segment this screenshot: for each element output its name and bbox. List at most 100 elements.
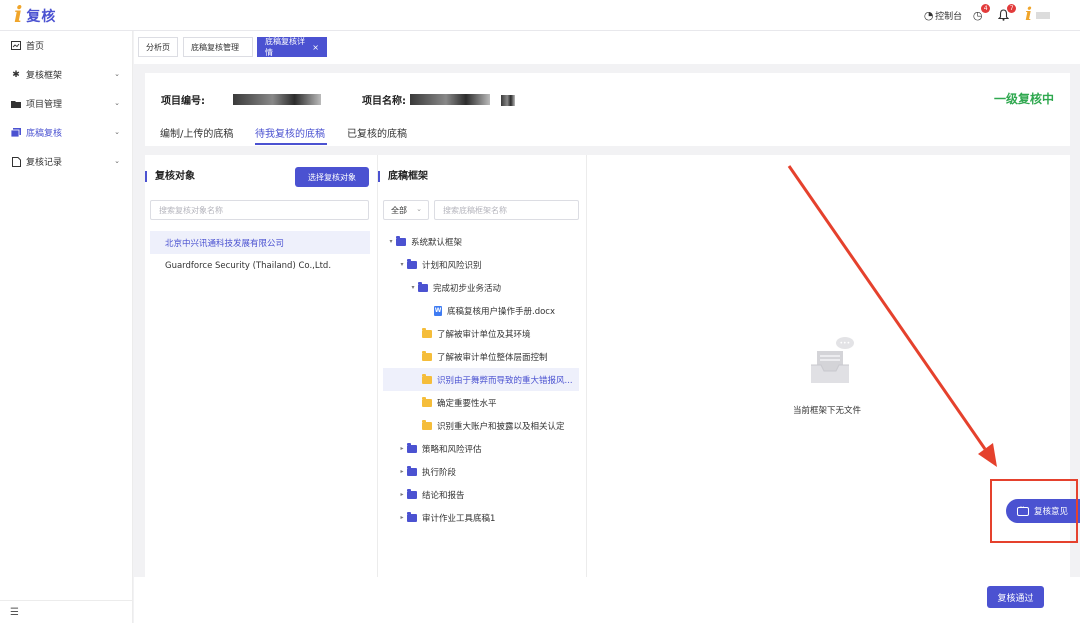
tree-node-entity-controls[interactable]: 了解被审计单位整体层面控制	[422, 345, 548, 368]
subtab-reviewed-drafts[interactable]: 已复核的底稿	[347, 125, 407, 140]
panel-divider	[586, 155, 587, 577]
chevron-down-icon: ⌄	[114, 70, 120, 78]
folder-icon	[407, 465, 417, 476]
project-info-card: 项目编号: 项目名称: 一级复核中 编制/上传的底稿 待我复核的底稿 已复核的底…	[145, 73, 1070, 146]
gear-icon: ✱	[12, 69, 20, 80]
chevron-down-icon: ⌄	[416, 205, 422, 213]
review-objects-title: 复核对象	[145, 171, 195, 182]
caret-down-icon[interactable]: ▾	[397, 261, 407, 268]
chevron-down-icon: ⌄	[114, 157, 120, 165]
caret-down-icon[interactable]: ▾	[408, 284, 418, 291]
caret-right-icon[interactable]: ▸	[397, 514, 407, 521]
sidebar-item-project-management[interactable]: 项目管理 ⌄	[0, 89, 132, 118]
tree-node-user-manual-doc[interactable]: W 底稿复核用户操作手册.docx	[434, 299, 555, 322]
select-review-object-button[interactable]: 选择复核对象	[295, 167, 369, 187]
sidebar-item-review-records[interactable]: 复核记录 ⌄	[0, 147, 132, 176]
sidebar: 首页 ✱ 复核框架 ⌄ 项目管理 ⌄ 底稿复核 ⌄ 复核记录 ⌄ ☰	[0, 31, 133, 623]
tree-node-significant-accounts[interactable]: 识别重大账户和披露以及相关认定	[422, 414, 565, 437]
review-content-panel: 复核对象 选择复核对象 搜索复核对象名称 北京中兴讯通科技发展有限公司 Guar…	[145, 155, 1070, 577]
tree-node-materiality[interactable]: 确定重要性水平	[422, 391, 497, 414]
dashboard-icon	[11, 41, 21, 51]
empty-state-text: 当前框架下无文件	[792, 406, 861, 416]
chevron-down-icon: ⌄	[114, 128, 120, 136]
tree-node-understand-entity[interactable]: 了解被审计单位及其环境	[422, 322, 531, 345]
user-name-redacted	[1036, 11, 1050, 19]
tab-draft-review-detail[interactable]: 底稿复核详情 ×	[257, 37, 327, 57]
bottom-action-bar	[134, 577, 1080, 623]
approve-review-button[interactable]: 复核通过	[987, 586, 1044, 608]
tree-node-conclusion-report[interactable]: ▸ 结论和报告	[397, 483, 465, 506]
framework-filter-select[interactable]: 全部 ⌄	[383, 200, 429, 220]
header-actions: ◔ 控制台 ◷ 4 7 i	[922, 3, 1050, 24]
notification-badge: 7	[1007, 3, 1017, 13]
copy-icon	[11, 128, 21, 138]
sidebar-item-draft-review[interactable]: 底稿复核 ⌄	[0, 118, 132, 147]
sidebar-item-label: 首页	[26, 42, 45, 52]
tree-node-planning-risk[interactable]: ▾ 计划和风险识别	[397, 253, 482, 276]
tree-node-fraud-risk[interactable]: 识别由于舞弊而导致的重大错报风...	[383, 368, 579, 391]
document-icon	[11, 156, 21, 167]
subtab-pending-review-drafts[interactable]: 待我复核的底稿	[255, 125, 325, 140]
active-subtab-indicator	[255, 143, 327, 145]
app-title: 复核	[26, 9, 57, 25]
app-logo[interactable]: i 复核	[14, 4, 56, 26]
history-button[interactable]: ◷ 4	[971, 3, 991, 22]
project-number-redacted	[233, 94, 321, 105]
word-document-icon: W	[434, 305, 442, 316]
sidebar-item-label: 复核框架	[26, 71, 63, 81]
tree-node-label: 审计作业工具底稿1	[422, 513, 496, 524]
folder-icon	[407, 511, 417, 522]
tree-node-label: 策略和风险评估	[422, 444, 482, 455]
sidebar-item-home[interactable]: 首页	[0, 31, 132, 60]
tree-node-label: 了解被审计单位及其环境	[437, 329, 531, 340]
svg-text:•••: •••	[840, 340, 851, 347]
folder-icon	[396, 235, 406, 246]
review-object-search-input[interactable]: 搜索复核对象名称	[150, 200, 369, 220]
tree-node-strategy-risk[interactable]: ▸ 策略和风险评估	[397, 437, 482, 460]
caret-down-icon[interactable]: ▾	[386, 238, 396, 245]
sidebar-item-review-framework[interactable]: ✱ 复核框架 ⌄	[0, 60, 132, 89]
notification-button[interactable]: 7	[997, 3, 1017, 22]
chevron-down-icon: ⌄	[114, 99, 120, 107]
tree-node-label: 了解被审计单位整体层面控制	[437, 352, 548, 363]
folder-icon	[422, 350, 432, 361]
sidebar-item-label: 底稿复核	[26, 129, 63, 139]
folder-icon	[407, 258, 417, 269]
folder-icon	[422, 396, 432, 407]
tree-node-preliminary-activities[interactable]: ▾ 完成初步业务活动	[408, 276, 501, 299]
console-link[interactable]: ◔ 控制台	[922, 9, 962, 22]
close-icon[interactable]: ×	[312, 43, 319, 52]
tree-node-audit-tools[interactable]: ▸ 审计作业工具底稿1	[397, 506, 495, 529]
logo-mark: i	[14, 2, 23, 28]
review-object-item[interactable]: Guardforce Security (Thailand) Co.,Ltd.	[150, 254, 370, 277]
project-name-redacted	[410, 94, 490, 105]
sidebar-collapse-button[interactable]: ☰	[0, 600, 133, 623]
tree-node-label: 计划和风险识别	[422, 260, 482, 271]
user-menu[interactable]: i	[1025, 6, 1050, 24]
subtab-uploaded-drafts[interactable]: 编制/上传的底稿	[160, 125, 233, 140]
framework-filter-value: 全部	[391, 205, 407, 215]
framework-title: 底稿框架	[378, 171, 428, 182]
annotation-highlight-box	[990, 479, 1078, 543]
tree-node-label: 底稿复核用户操作手册.docx	[447, 306, 556, 317]
caret-right-icon[interactable]: ▸	[397, 468, 407, 475]
tree-node-default-framework[interactable]: ▾ 系统默认框架	[386, 230, 462, 253]
tree-node-label: 完成初步业务活动	[433, 283, 502, 294]
caret-right-icon[interactable]: ▸	[397, 491, 407, 498]
tab-label: 底稿复核详情	[265, 37, 305, 57]
project-name-redacted-2	[501, 95, 515, 106]
tab-draft-review-management[interactable]: 底稿复核管理	[183, 37, 253, 57]
project-number-label: 项目编号:	[161, 96, 205, 107]
empty-inbox-icon: •••	[811, 337, 854, 383]
sidebar-item-label: 复核记录	[26, 158, 63, 168]
menu-collapse-icon: ☰	[10, 606, 19, 618]
framework-search-input[interactable]: 搜索底稿框架名称	[434, 200, 579, 220]
tree-node-execution[interactable]: ▸ 执行阶段	[397, 460, 456, 483]
review-object-item[interactable]: 北京中兴讯通科技发展有限公司	[150, 231, 370, 254]
tab-analysis[interactable]: 分析页	[138, 37, 178, 57]
user-avatar: i	[1025, 4, 1032, 25]
history-badge: 4	[981, 3, 991, 13]
top-header: i 复核 ◔ 控制台 ◷ 4 7 i	[0, 0, 1080, 31]
console-label: 控制台	[935, 11, 963, 22]
caret-right-icon[interactable]: ▸	[397, 445, 407, 452]
